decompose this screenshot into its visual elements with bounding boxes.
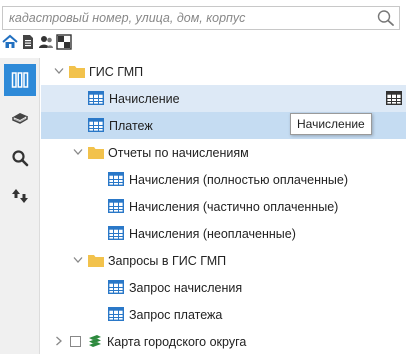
search-input[interactable] bbox=[9, 9, 369, 27]
tree-node-request-charge[interactable]: Запрос начисления bbox=[41, 274, 406, 301]
home-icon[interactable] bbox=[2, 34, 18, 50]
tree-node-label: ГИС ГМП bbox=[89, 64, 144, 79]
layer-tree: ГИС ГМП Начисление Платеж Отчеты по начи… bbox=[41, 58, 406, 354]
grid-icon[interactable] bbox=[56, 34, 72, 50]
chevron-down-icon[interactable] bbox=[53, 65, 65, 77]
tree-node-label: Запросы в ГИС ГМП bbox=[108, 253, 227, 268]
side-toolbar bbox=[0, 58, 40, 354]
chevron-down-icon[interactable] bbox=[72, 254, 84, 266]
table-icon bbox=[108, 280, 124, 294]
tree-node-label: Начисления (полностью оплаченные) bbox=[129, 172, 348, 187]
tree-node-label: Начисление bbox=[109, 91, 180, 106]
tree-node-label: Начисления (частично оплаченные) bbox=[129, 199, 339, 214]
attribute-table-icon[interactable] bbox=[385, 90, 403, 106]
mini-toolbar bbox=[2, 34, 72, 52]
table-icon bbox=[108, 226, 124, 240]
folder-icon bbox=[69, 64, 85, 78]
tree-node-label: Начисления (неоплаченные) bbox=[129, 226, 296, 241]
search-icon[interactable] bbox=[4, 142, 36, 174]
folder-icon bbox=[88, 145, 104, 159]
tree-node-fully-paid[interactable]: Начисления (полностью оплаченные) bbox=[41, 166, 406, 193]
tree-node-requests[interactable]: Запросы в ГИС ГМП bbox=[41, 247, 406, 274]
tree-node-city-map[interactable]: Карта городского округа bbox=[41, 328, 406, 354]
chevron-down-icon[interactable] bbox=[72, 146, 84, 158]
tooltip: Начисление bbox=[290, 113, 372, 135]
search-icon[interactable] bbox=[376, 9, 396, 27]
map-layers-icon bbox=[87, 334, 103, 348]
tree-node-label: Карта городского округа bbox=[107, 334, 247, 349]
table-icon bbox=[108, 199, 124, 213]
layers-grid-icon[interactable] bbox=[4, 64, 36, 96]
tree-node-label: Запрос платежа bbox=[129, 307, 223, 322]
folder-icon bbox=[88, 253, 104, 267]
tree-node-label: Запрос начисления bbox=[129, 280, 243, 295]
tree-node-gis-gmp[interactable]: ГИС ГМП bbox=[41, 58, 406, 85]
tree-node-partially-paid[interactable]: Начисления (частично оплаченные) bbox=[41, 193, 406, 220]
chevron-right-icon[interactable] bbox=[53, 335, 65, 347]
tree-node-reports[interactable]: Отчеты по начислениям bbox=[41, 139, 406, 166]
tree-node-unpaid[interactable]: Начисления (неоплаченные) bbox=[41, 220, 406, 247]
tree-node-label: Платеж bbox=[109, 118, 153, 133]
tree-node-request-payment[interactable]: Запрос платежа bbox=[41, 301, 406, 328]
layer-checkbox[interactable] bbox=[70, 336, 81, 347]
sort-arrows-icon[interactable] bbox=[4, 180, 36, 212]
table-icon bbox=[88, 118, 104, 132]
table-icon bbox=[88, 91, 104, 105]
table-icon bbox=[108, 172, 124, 186]
tree-node-label: Отчеты по начислениям bbox=[108, 145, 249, 160]
document-icon[interactable] bbox=[20, 34, 36, 50]
table-icon bbox=[108, 307, 124, 321]
book-icon[interactable] bbox=[4, 100, 36, 132]
users-icon[interactable] bbox=[38, 34, 54, 50]
tree-node-nachislenie[interactable]: Начисление bbox=[41, 85, 406, 112]
search-box bbox=[2, 6, 400, 30]
